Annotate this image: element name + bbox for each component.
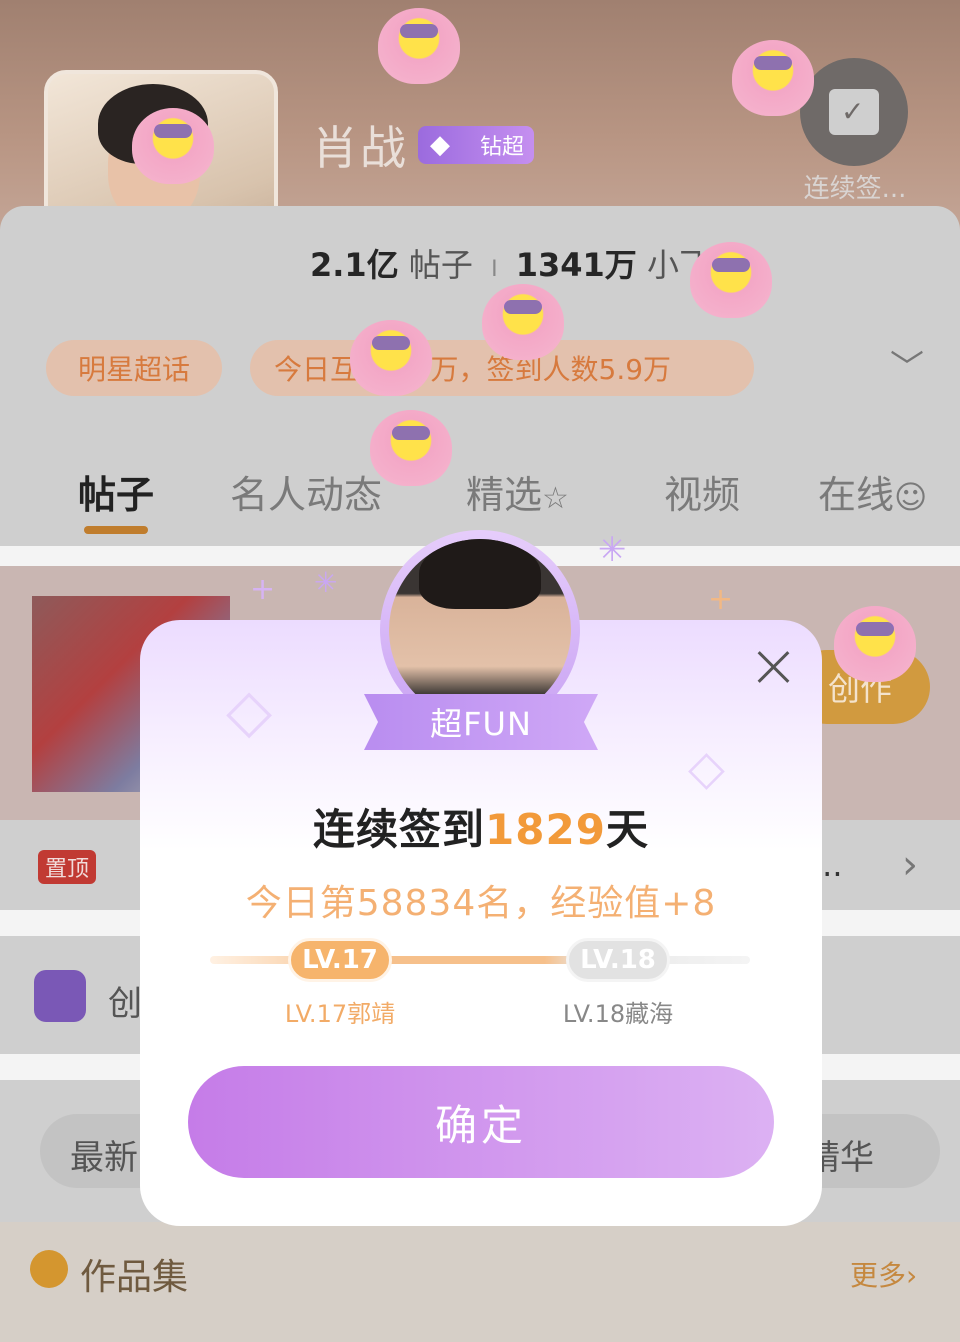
works-more-label: 更多 <box>850 1259 907 1292</box>
category-chip[interactable]: 明星超话 <box>46 340 222 396</box>
sparkle-icon: ✳ <box>598 530 627 570</box>
pinned-tag: 置顶 <box>38 850 96 884</box>
diamond-badge-label: 钻超 <box>479 135 524 160</box>
star-icon: ☆ <box>542 481 569 516</box>
checkin-rank-exp: 今日第58834名，经验值+8 <box>245 883 717 924</box>
sticker-heart-icon <box>132 108 214 184</box>
headline-prefix: 连续签到 <box>313 805 486 854</box>
next-level-badge: LV.18 <box>566 938 670 982</box>
sticker-heart-icon <box>378 8 460 84</box>
tab-celebrity-news[interactable]: 名人动态 <box>230 464 382 519</box>
tab-online[interactable]: 在线☺ <box>818 464 927 519</box>
sticker-heart-icon <box>370 410 452 486</box>
checkin-days: 1829 <box>485 805 606 854</box>
checkin-headline: 连续签到1829天 <box>140 796 822 857</box>
posts-label: 帖子 <box>408 246 473 284</box>
diamond-badge[interactable]: ◆ 钻超 <box>418 126 534 164</box>
modal-avatar-photo <box>389 539 571 721</box>
works-more-link[interactable]: 更多› <box>850 1254 917 1294</box>
sticker-heart-icon <box>732 40 814 116</box>
chevron-down-icon[interactable]: ﹀ <box>890 340 924 389</box>
tab-online-label: 在线 <box>818 473 895 517</box>
sticker-heart-icon <box>690 242 772 318</box>
active-tab-indicator <box>84 526 148 534</box>
headline-suffix: 天 <box>605 805 649 854</box>
calendar-check-icon <box>829 89 879 135</box>
diamond-deco-icon: ◇ <box>688 740 725 796</box>
confirm-button[interactable]: 确定 <box>188 1066 774 1178</box>
plus-deco-icon: + <box>250 572 276 607</box>
diamond-deco-icon: ◇ <box>226 676 273 746</box>
sticker-heart-icon <box>834 606 916 682</box>
chevron-right-small-icon: › <box>906 1259 918 1292</box>
chevron-right-icon: › <box>902 842 918 888</box>
fans-count: 1341万 <box>515 246 637 284</box>
create-row-text: 创 <box>108 984 142 1024</box>
diamond-badge-icon: ◆ <box>430 130 450 160</box>
super-fun-ribbon: 超FUN <box>364 694 598 750</box>
modal-avatar-hair <box>419 539 541 609</box>
close-icon[interactable] <box>754 646 794 686</box>
tab-posts[interactable]: 帖子 <box>78 464 154 519</box>
next-level-name: LV.18藏海 <box>562 1000 674 1028</box>
sticker-heart-icon <box>350 320 432 396</box>
works-title: 作品集 <box>80 1257 189 1298</box>
sparkle-icon: ✳ <box>314 566 338 599</box>
tab-video[interactable]: 视频 <box>664 464 740 519</box>
plus-deco-icon: + <box>708 582 734 617</box>
posts-count: 2.1亿 <box>310 246 399 284</box>
medal-icon <box>30 1250 68 1288</box>
stats-separator: I <box>491 257 498 282</box>
edit-icon <box>34 970 86 1022</box>
topic-stats: 2.1亿 帖子 I 1341万 小飞 <box>310 240 711 286</box>
topic-name: 肖战 <box>312 121 408 175</box>
tab-featured-label: 精选 <box>466 473 543 517</box>
checkin-label: 连续签... <box>803 174 907 204</box>
checkin-button[interactable] <box>800 58 908 166</box>
current-level-name: LV.17郭靖 <box>284 1000 396 1028</box>
smiley-icon: ☺ <box>894 478 928 516</box>
current-level-badge: LV.17 <box>288 938 392 982</box>
filter-latest[interactable]: 最新 <box>70 1130 138 1179</box>
tab-featured[interactable]: 精选☆ <box>466 464 569 519</box>
tab-bar: 帖子 名人动态 精选☆ 视频 在线☺ <box>0 448 960 538</box>
sticker-heart-icon <box>482 284 564 360</box>
